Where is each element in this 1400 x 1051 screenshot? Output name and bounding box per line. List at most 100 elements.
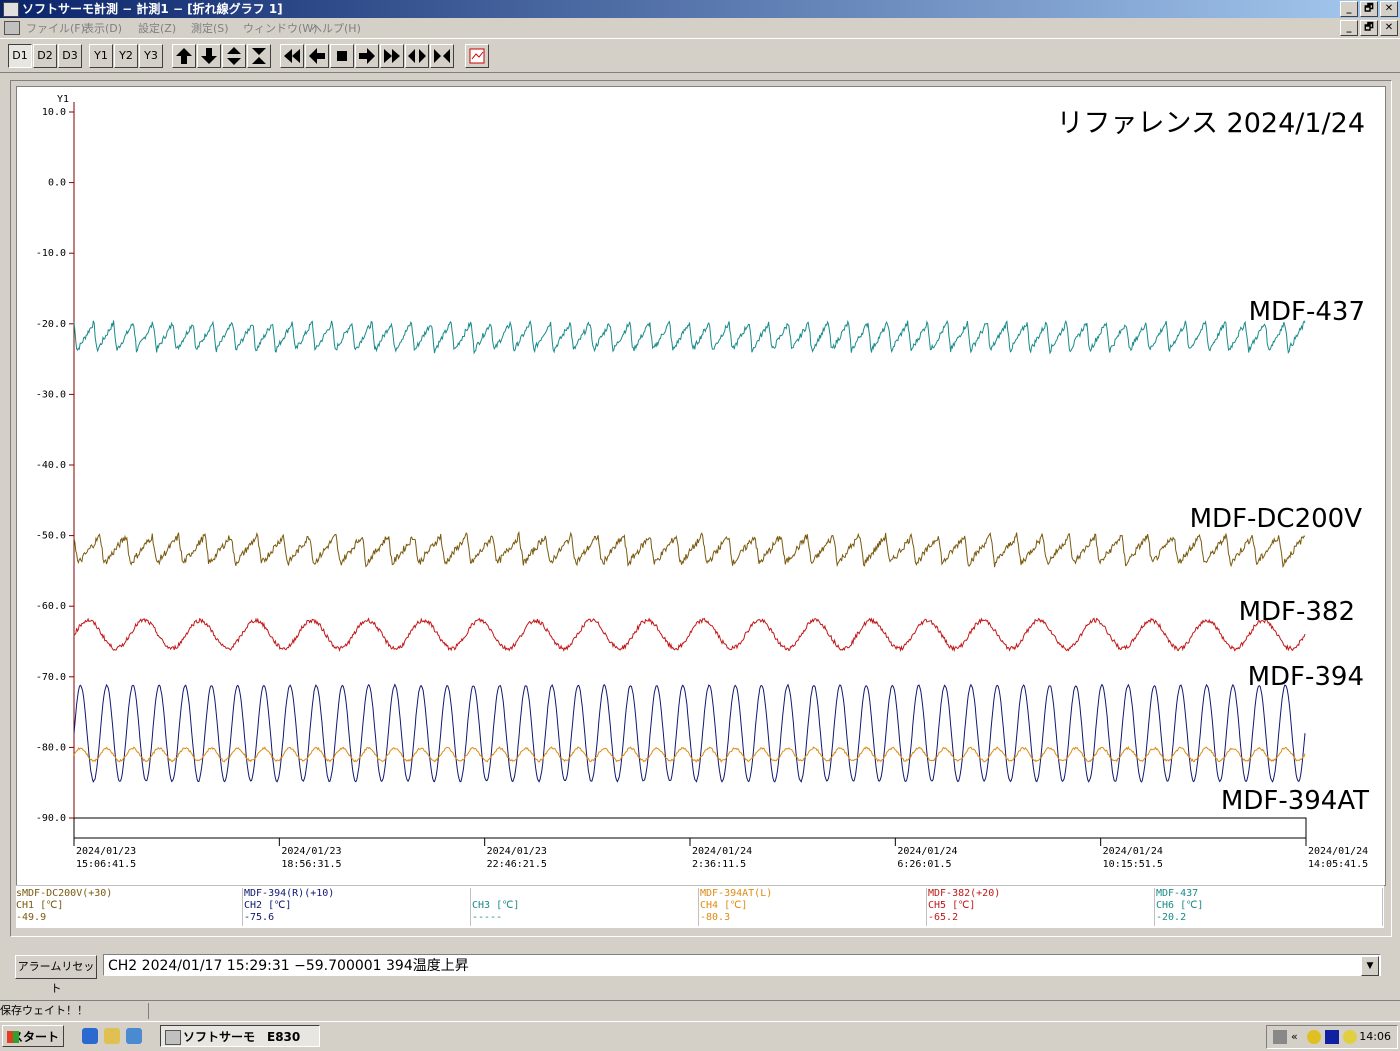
- shield-icon[interactable]: [1307, 1030, 1321, 1044]
- child-restore-button[interactable]: 🗗: [1360, 20, 1378, 36]
- series-label: MDF-394: [1248, 662, 1364, 692]
- display-d2-button[interactable]: D2: [33, 44, 57, 68]
- legend-ch: CH6 [℃]: [1156, 900, 1204, 911]
- display-d3-button[interactable]: D3: [58, 44, 82, 68]
- y-tick-label: -30.0: [36, 389, 66, 400]
- legend-value: -80.3: [700, 912, 731, 923]
- folder-icon[interactable]: [104, 1028, 120, 1044]
- close-button[interactable]: ✕: [1380, 1, 1398, 17]
- y-tick-label: -90.0: [36, 813, 66, 824]
- axis-y1-button[interactable]: Y1: [89, 44, 113, 68]
- chevron-left-icon[interactable]: «: [1291, 1030, 1305, 1044]
- stop-icon[interactable]: [330, 44, 354, 68]
- alarm-message: CH2 2024/01/17 15:29:31 −59.700001 394温度…: [108, 958, 469, 974]
- system-tray: « 14:06: [1266, 1025, 1398, 1049]
- y-tick-label: -40.0: [36, 460, 66, 471]
- menu-window[interactable]: ウィンドウ(W): [243, 20, 317, 36]
- series-label: MDF-394AT: [1221, 786, 1369, 816]
- legend-name: MDF-437: [1156, 888, 1199, 899]
- arrow-up-icon[interactable]: [172, 44, 196, 68]
- arrow-down-icon[interactable]: [197, 44, 221, 68]
- legend-channel-5: MDF-382(+20) CH5 [℃] -65.2: [928, 888, 1155, 926]
- x-tick-time: 10:15:51.5: [1103, 859, 1163, 870]
- legend-name: sMDF-DC200V(+30): [16, 888, 113, 899]
- line-graph[interactable]: Y1 10.0 0.0 -10.0 -20.0 -30.0 -40.0 -50.0 -60.0 -…: [16, 86, 1386, 886]
- axis-y3-button[interactable]: Y3: [139, 44, 163, 68]
- legend-value: -65.2: [928, 912, 959, 923]
- axis-y2-button[interactable]: Y2: [114, 44, 138, 68]
- restore-button[interactable]: 🗗: [1360, 1, 1378, 17]
- keyboard-icon[interactable]: [1273, 1030, 1287, 1044]
- menu-help[interactable]: ヘルプ(H): [311, 20, 361, 36]
- y-tick-label: -50.0: [36, 531, 66, 542]
- y-tick-label: -60.0: [36, 601, 66, 612]
- arrow-left-icon[interactable]: [305, 44, 329, 68]
- shrink-vertical-icon[interactable]: [247, 44, 271, 68]
- chevron-down-icon[interactable]: ▼: [1361, 956, 1379, 976]
- fast-forward-icon[interactable]: [380, 44, 404, 68]
- alarm-bar: アラームリセット CH2 2024/01/17 15:29:31 −59.700…: [0, 950, 1400, 995]
- document-icon[interactable]: [4, 21, 20, 35]
- clock: 14:06: [1359, 1030, 1391, 1043]
- x-tick-date: 2024/01/23: [76, 846, 136, 857]
- series-label: MDF-437: [1249, 297, 1365, 327]
- child-minimize-button[interactable]: _: [1340, 20, 1358, 36]
- legend-channel-3: CH3 [℃] -----: [472, 888, 699, 926]
- x-tick-time: 6:26:01.5: [897, 859, 951, 870]
- legend-name: MDF-382(+20): [928, 888, 1001, 899]
- legend-ch: CH4 [℃]: [700, 900, 748, 911]
- x-tick-date: 2024/01/24: [897, 846, 957, 857]
- status-bar: 保存ウェイト！！: [0, 1000, 1400, 1021]
- legend-name: MDF-394(R)(+10): [244, 888, 335, 899]
- menu-bar: ファイル(F) 表示(D) 設定(Z) 測定(S) ウィンドウ(W) ヘルプ(H…: [0, 18, 1400, 37]
- desktop-icon[interactable]: [126, 1028, 142, 1044]
- start-button[interactable]: スタート: [2, 1025, 64, 1047]
- x-tick-date: 2024/01/24: [692, 846, 752, 857]
- y-tick-label: -80.0: [36, 742, 66, 753]
- y-tick-label: -10.0: [36, 248, 66, 259]
- channel-legend: sMDF-DC200V(+30) CH1 [℃] -49.9 MDF-394(R)(+…: [16, 885, 1384, 928]
- window-title: ソフトサーモ計測 − 計測1 − [折れ線グラフ 1]: [22, 2, 283, 16]
- menu-measure[interactable]: 測定(S): [191, 20, 229, 36]
- windows-logo-icon: [7, 1031, 19, 1043]
- legend-value: -20.2: [1156, 912, 1187, 923]
- alarm-reset-button[interactable]: アラームリセット: [15, 955, 97, 995]
- legend-ch: CH2 [℃]: [244, 900, 292, 911]
- menu-view[interactable]: 表示(D): [83, 20, 122, 36]
- legend-value: -49.9: [16, 912, 47, 923]
- star-icon[interactable]: [1343, 1030, 1357, 1044]
- legend-ch: CH3 [℃]: [472, 900, 520, 911]
- legend-name: MDF-394AT(L): [700, 888, 773, 899]
- legend-value: -----: [472, 912, 503, 923]
- x-tick-date: 2024/01/24: [1103, 846, 1163, 857]
- alarm-message-select[interactable]: CH2 2024/01/17 15:29:31 −59.700001 394温度…: [103, 954, 1381, 976]
- shrink-horizontal-icon[interactable]: [430, 44, 454, 68]
- y-tick-label: -70.0: [36, 672, 66, 683]
- status-text: 保存ウェイト！！: [0, 1003, 149, 1019]
- arrow-right-icon[interactable]: [355, 44, 379, 68]
- minimize-button[interactable]: _: [1340, 1, 1358, 17]
- x-tick-date: 2024/01/24: [1308, 846, 1368, 857]
- series-line-mdf-dc200v: [73, 530, 1306, 569]
- line-chart-svg: Y1 10.0 0.0 -10.0 -20.0 -30.0 -40.0 -50.0 -60.0 -…: [36, 94, 1369, 870]
- legend-ch: CH1 [℃]: [16, 900, 64, 911]
- y-axis-label: Y1: [57, 94, 69, 105]
- graph-settings-icon[interactable]: [465, 44, 489, 68]
- child-close-button[interactable]: ✕: [1380, 20, 1398, 36]
- legend-channel-6: MDF-437 CH6 [℃] -20.2: [1156, 888, 1383, 926]
- expand-horizontal-icon[interactable]: [405, 44, 429, 68]
- legend-channel-2: MDF-394(R)(+10) CH2 [℃] -75.6: [244, 888, 471, 926]
- ie-icon[interactable]: [82, 1028, 98, 1044]
- x-tick-time: 18:56:31.5: [281, 859, 341, 870]
- expand-vertical-icon[interactable]: [222, 44, 246, 68]
- y-tick-label: 10.0: [42, 107, 66, 118]
- legend-channel-1: sMDF-DC200V(+30) CH1 [℃] -49.9: [16, 888, 243, 926]
- fast-rewind-icon[interactable]: [280, 44, 304, 68]
- y-tick-label: -20.0: [36, 319, 66, 330]
- taskbar-app-button[interactable]: ソフトサーモ E830: [160, 1025, 320, 1047]
- toolbar: D1 D2 D3 Y1 Y2 Y3: [0, 38, 1400, 73]
- menu-file[interactable]: ファイル(F): [26, 20, 85, 36]
- play-icon[interactable]: [1325, 1030, 1339, 1044]
- display-d1-button[interactable]: D1: [8, 44, 32, 68]
- menu-settings[interactable]: 設定(Z): [138, 20, 176, 36]
